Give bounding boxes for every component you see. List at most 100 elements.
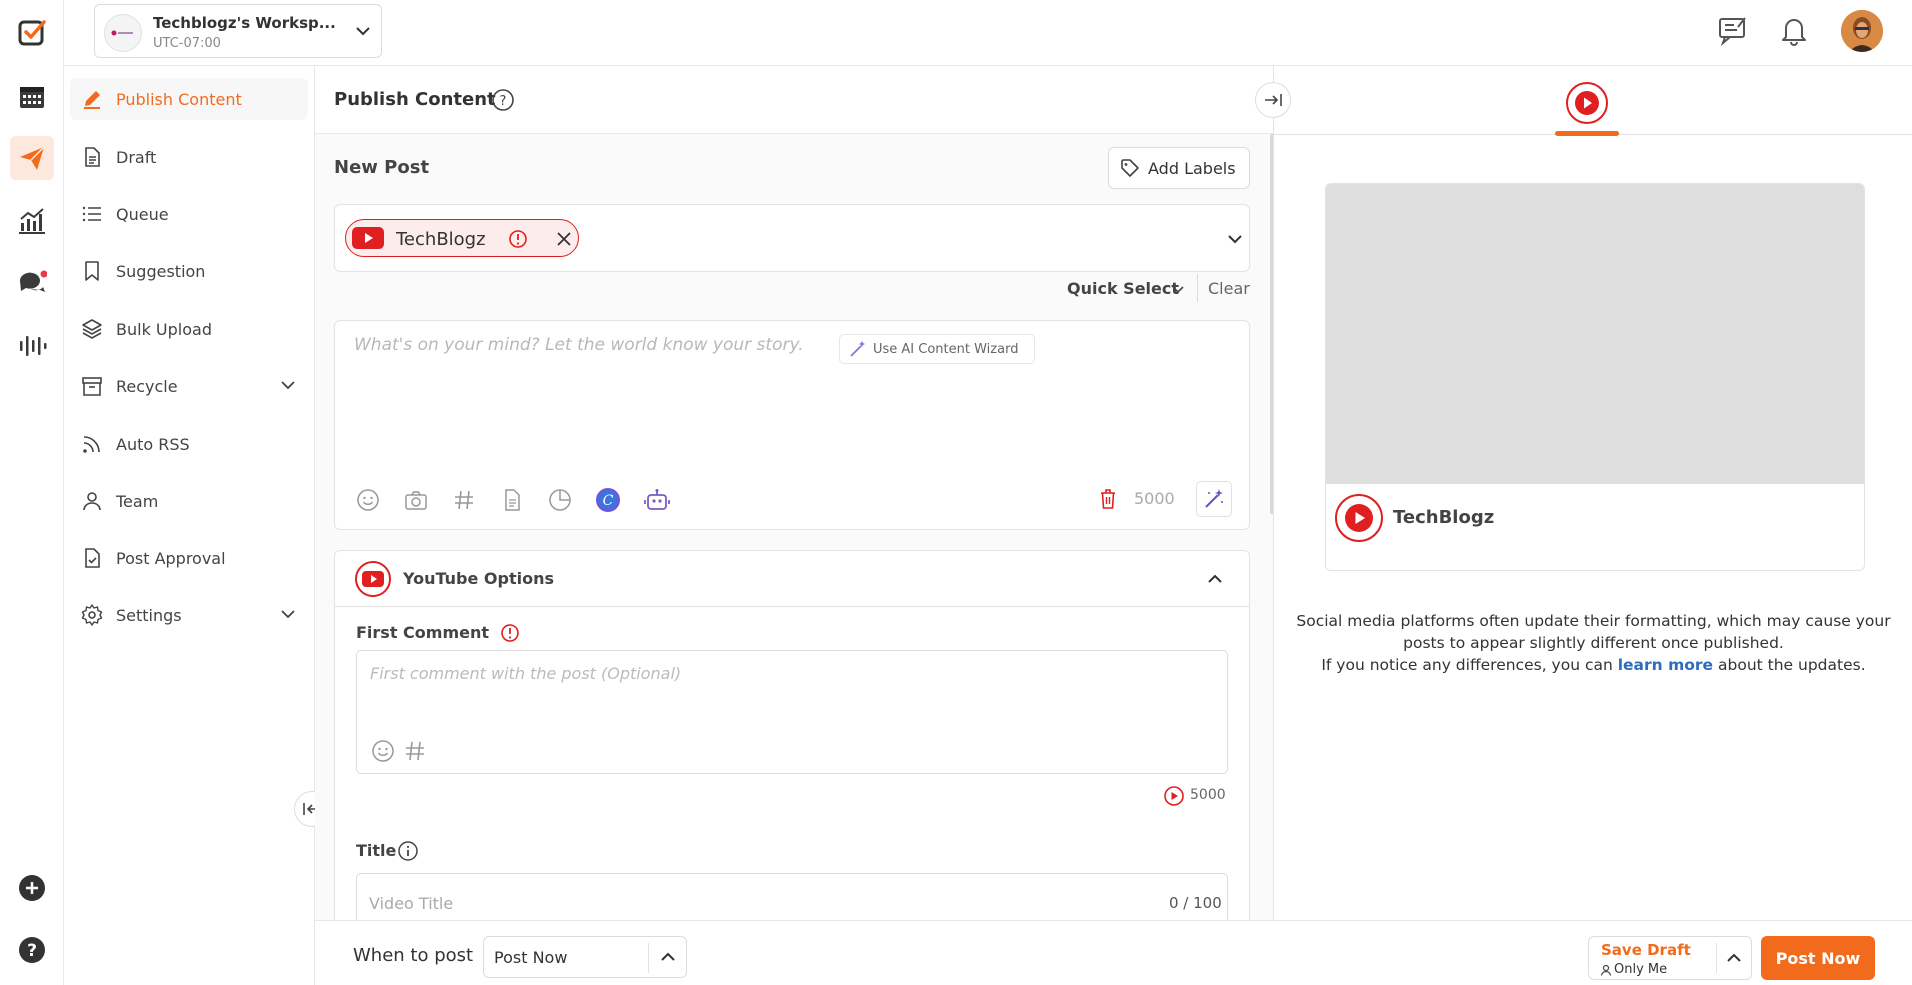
collapse-preview-button[interactable] (1255, 82, 1291, 118)
chevron-down-icon (281, 610, 295, 619)
video-title-input[interactable]: Video Title 0 / 100 (356, 873, 1228, 920)
hashtag-icon[interactable] (452, 488, 476, 512)
sidebar-item-post-approval[interactable]: Post Approval (70, 537, 308, 579)
preview-panel: TechBlogz Social media platforms often u… (1273, 66, 1912, 985)
workspace-switcher[interactable]: Techblogz's Worksp... UTC-07:00 (94, 4, 382, 58)
chevron-up-icon[interactable] (1726, 952, 1742, 964)
user-avatar[interactable] (1841, 10, 1883, 52)
sidebar-item-publish-content[interactable]: Publish Content (70, 78, 308, 120)
title-label: Title (356, 841, 397, 860)
ai-bot-icon[interactable] (644, 488, 670, 512)
ai-assist-button[interactable] (1196, 481, 1232, 517)
notifications-bell-icon[interactable] (1778, 14, 1810, 46)
sidebar-item-settings[interactable]: Settings (70, 594, 308, 636)
pie-chart-icon[interactable] (548, 488, 572, 512)
trash-icon[interactable] (1098, 488, 1118, 510)
approval-icon (80, 546, 104, 570)
workspace-name: Techblogz's Worksp... (153, 14, 336, 32)
emoji-icon[interactable] (356, 488, 380, 512)
post-preview-card: TechBlogz (1325, 183, 1865, 571)
rss-icon (80, 432, 104, 456)
camera-icon[interactable] (404, 488, 428, 512)
channel-avatar (1335, 494, 1383, 542)
sidebar-item-queue[interactable]: Queue (70, 193, 308, 235)
when-to-post-label: When to post (353, 945, 474, 966)
active-tab-indicator (1555, 131, 1619, 136)
preview-tab-youtube[interactable] (1566, 82, 1608, 124)
template-icon[interactable] (500, 488, 524, 512)
youtube-options-section: YouTube Options First Comment First comm… (334, 550, 1250, 920)
clear-button[interactable]: Clear (1208, 279, 1250, 298)
svg-text:C: C (603, 493, 614, 509)
youtube-options-title: YouTube Options (403, 569, 555, 588)
account-chip: TechBlogz (345, 219, 579, 257)
emoji-icon[interactable] (371, 739, 395, 763)
layers-icon (80, 317, 104, 341)
feedback-icon[interactable] (1717, 14, 1749, 47)
post-text-input[interactable]: What's on your mind? Let the world know … (354, 335, 804, 355)
sidebar-item-label: Post Approval (116, 548, 226, 568)
user-icon (80, 489, 104, 513)
save-draft-button[interactable]: Save Draft Only Me (1588, 936, 1752, 980)
chevron-up-icon (1208, 574, 1222, 583)
top-bar: Techblogz's Worksp... UTC-07:00 (64, 0, 1912, 66)
publish-icon[interactable] (10, 136, 54, 180)
chevron-down-icon[interactable] (1227, 233, 1243, 245)
list-icon (80, 202, 104, 226)
remove-account-icon[interactable] (556, 231, 572, 247)
listening-icon[interactable] (10, 324, 54, 368)
youtube-icon (1575, 91, 1599, 115)
preview-account-name: TechBlogz (1393, 507, 1495, 528)
add-labels-button[interactable]: Add Labels (1108, 147, 1250, 189)
post-editor[interactable]: What's on your mind? Let the world know … (334, 320, 1250, 530)
sidebar-item-auto-rss[interactable]: Auto RSS (70, 423, 308, 465)
post-now-button[interactable]: Post Now (1761, 936, 1875, 980)
new-post-heading: New Post (334, 157, 430, 178)
learn-more-link[interactable]: learn more (1618, 656, 1713, 674)
gear-icon (80, 603, 104, 627)
tag-icon (1121, 159, 1139, 177)
chevron-down-icon (1172, 286, 1184, 294)
analytics-icon[interactable] (10, 198, 54, 242)
sidebar-item-label: Recycle (116, 376, 178, 396)
sidebar-item-bulk-upload[interactable]: Bulk Upload (70, 308, 308, 350)
ai-content-wizard-button[interactable]: Use AI Content Wizard (839, 334, 1035, 364)
magic-wand-icon (1205, 489, 1223, 508)
formatting-notice: Social media platforms often update thei… (1296, 612, 1891, 674)
sidebar-item-label: Bulk Upload (116, 319, 212, 339)
svg-text:?: ? (27, 941, 37, 961)
hashtag-icon[interactable] (403, 739, 427, 763)
youtube-icon (1164, 786, 1184, 806)
help-icon[interactable]: ? (10, 928, 54, 972)
quick-select-dropdown[interactable]: Quick Select (1067, 279, 1179, 298)
svg-text:?: ? (500, 94, 507, 109)
inbox-chat-icon[interactable] (10, 262, 54, 306)
add-icon[interactable] (10, 866, 54, 910)
youtube-options-header[interactable]: YouTube Options (335, 551, 1249, 607)
app-logo-icon[interactable] (10, 10, 54, 54)
divider (1716, 943, 1717, 973)
info-icon (398, 841, 418, 861)
sidebar-item-team[interactable]: Team (70, 480, 308, 522)
title-counter: 0 / 100 (1169, 894, 1222, 912)
user-icon (1600, 964, 1612, 976)
divider (1197, 274, 1198, 302)
when-to-post-select[interactable]: Post Now (483, 936, 687, 978)
sidebar-nav: Publish Content Draft Queue Suggestion B… (64, 66, 330, 985)
first-comment-input[interactable]: First comment with the post (Optional) (356, 650, 1228, 774)
video-thumbnail-placeholder (1326, 184, 1864, 484)
composer-panel: Publish Content ? New Post Add Labels Te… (315, 66, 1273, 920)
first-comment-count: 5000 (1190, 787, 1226, 803)
account-selector[interactable]: TechBlogz (334, 204, 1250, 272)
canva-icon[interactable]: C (596, 488, 620, 512)
sidebar-item-suggestion[interactable]: Suggestion (70, 250, 308, 292)
help-circle-icon[interactable]: ? (491, 88, 515, 112)
workspace-avatar (104, 14, 142, 52)
first-comment-label: First Comment (356, 623, 490, 642)
visibility-label: Only Me (1614, 962, 1668, 977)
sidebar-item-recycle[interactable]: Recycle (70, 365, 308, 407)
youtube-icon (355, 561, 391, 597)
calendar-icon[interactable] (10, 74, 54, 118)
workspace-timezone: UTC-07:00 (153, 36, 221, 51)
sidebar-item-draft[interactable]: Draft (70, 136, 308, 178)
